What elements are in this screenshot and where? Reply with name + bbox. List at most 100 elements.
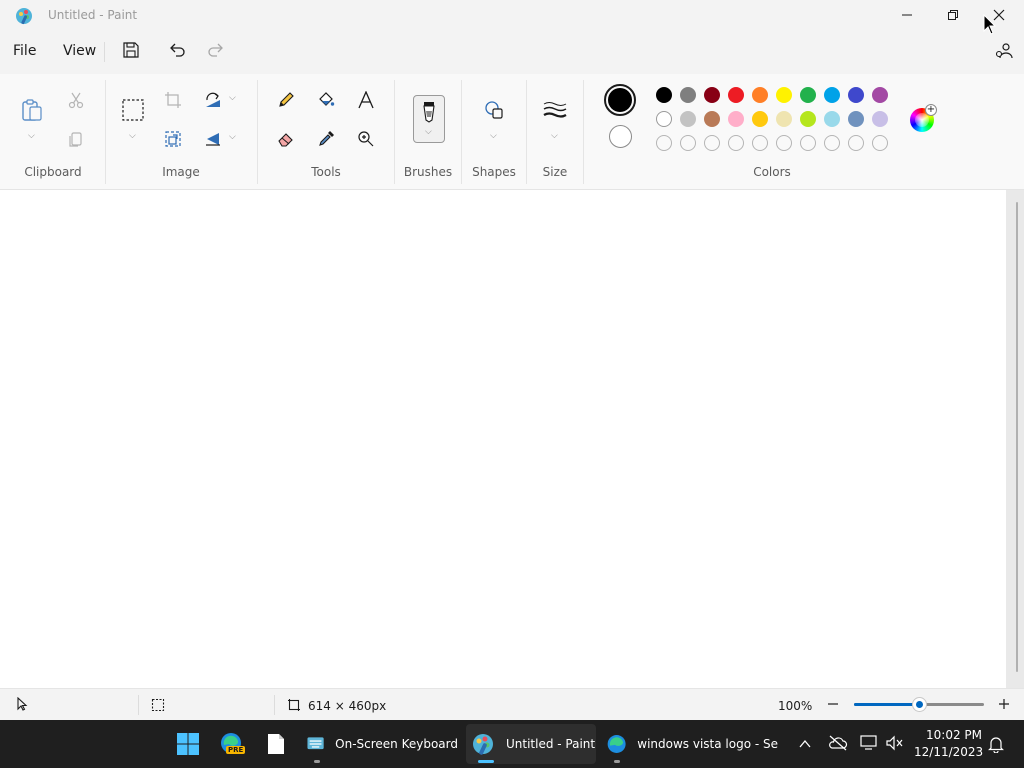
clock-time[interactable]: 10:02 PM <box>918 728 982 742</box>
palette-color-swatch[interactable] <box>656 87 672 103</box>
show-hidden-icons-button[interactable] <box>798 736 812 755</box>
palette-color-swatch[interactable] <box>656 111 672 127</box>
custom-color-slot[interactable] <box>824 135 840 151</box>
minimize-button[interactable] <box>884 0 930 30</box>
select-button[interactable] <box>117 94 149 126</box>
clock-date[interactable]: 12/11/2023 <box>914 745 983 759</box>
palette-color-swatch[interactable] <box>800 111 816 127</box>
clipboard-group-label: Clipboard <box>24 165 82 179</box>
palette-color-swatch[interactable] <box>824 111 840 127</box>
size-button[interactable] <box>539 94 571 126</box>
onedrive-tray[interactable] <box>828 735 848 755</box>
paste-button[interactable] <box>16 94 48 126</box>
edit-colors-button[interactable]: + <box>910 104 937 132</box>
zoom-slider-fill <box>854 703 919 706</box>
custom-color-slot[interactable] <box>848 135 864 151</box>
palette-color-swatch[interactable] <box>704 87 720 103</box>
custom-color-slot[interactable] <box>704 135 720 151</box>
zoom-slider-thumb[interactable] <box>912 698 926 711</box>
status-separator <box>274 695 275 715</box>
fill-tool[interactable] <box>310 84 342 116</box>
palette-color-swatch[interactable] <box>728 87 744 103</box>
zoom-level-text[interactable]: 100% <box>778 699 812 713</box>
pencil-tool[interactable] <box>270 84 302 116</box>
palette-color-swatch[interactable] <box>704 111 720 127</box>
text-tool[interactable] <box>350 84 382 116</box>
taskbar-edge-preview[interactable]: PRE <box>214 724 250 764</box>
shapes-chevron-down-icon[interactable]: ⌵ <box>490 131 497 141</box>
file-menu[interactable]: File <box>13 43 36 59</box>
custom-color-slot[interactable] <box>680 135 696 151</box>
drawing-canvas[interactable] <box>0 190 1006 688</box>
custom-color-slot[interactable] <box>656 135 672 151</box>
shapes-button[interactable] <box>478 94 510 126</box>
start-button[interactable] <box>170 724 206 764</box>
save-button[interactable] <box>122 41 140 63</box>
ribbon-toolbar: ⌵ Clipboard ⌵ ⌵ ⌵ Image Tools ⌵ Brushes … <box>0 74 1024 190</box>
rotate-button[interactable] <box>197 84 229 116</box>
taskbar-on-screen-keyboard[interactable]: On-Screen Keyboard <box>302 724 458 764</box>
cursor-position-icon <box>15 696 29 714</box>
resize-button[interactable] <box>157 123 189 155</box>
palette-color-swatch[interactable] <box>872 87 888 103</box>
eraser-tool[interactable] <box>270 123 302 155</box>
account-settings-icon <box>995 43 1013 59</box>
zoom-in-button[interactable] <box>997 697 1011 714</box>
palette-color-swatch[interactable] <box>872 111 888 127</box>
custom-color-slot[interactable] <box>776 135 792 151</box>
custom-color-slot[interactable] <box>752 135 768 151</box>
network-tray[interactable] <box>860 735 880 755</box>
shapes-icon <box>485 101 503 119</box>
taskbar-edge-browser[interactable]: windows vista logo - Se <box>602 724 778 764</box>
select-chevron-down-icon[interactable]: ⌵ <box>129 131 136 141</box>
settings-button[interactable] <box>994 41 1014 65</box>
copy-button[interactable] <box>60 123 92 155</box>
flip-icon <box>206 133 220 146</box>
crop-button[interactable] <box>157 84 189 116</box>
rectangle-select-icon <box>122 99 144 121</box>
palette-color-swatch[interactable] <box>848 87 864 103</box>
size-chevron-down-icon[interactable]: ⌵ <box>551 131 558 141</box>
restore-button[interactable] <box>930 0 976 30</box>
brushes-button[interactable]: ⌵ <box>413 95 445 143</box>
color-picker-tool[interactable] <box>310 123 342 155</box>
copy-icon <box>69 132 82 147</box>
palette-color-swatch[interactable] <box>680 87 696 103</box>
flip-button[interactable] <box>197 123 229 155</box>
task-label: windows vista logo - Se <box>637 737 778 751</box>
palette-color-swatch[interactable] <box>680 111 696 127</box>
custom-color-slot[interactable] <box>872 135 888 151</box>
palette-color-swatch[interactable] <box>776 111 792 127</box>
custom-color-slot[interactable] <box>800 135 816 151</box>
volume-tray[interactable] <box>886 735 906 755</box>
flip-chevron-down-icon[interactable]: ⌵ <box>229 132 236 142</box>
zoom-slider[interactable] <box>854 698 984 711</box>
palette-color-swatch[interactable] <box>800 87 816 103</box>
palette-color-swatch[interactable] <box>848 111 864 127</box>
cut-button[interactable] <box>60 84 92 116</box>
selection-size-icon <box>151 698 165 715</box>
paste-chevron-down-icon[interactable]: ⌵ <box>28 131 35 141</box>
taskbar-paint[interactable]: Untitled - Paint <box>466 724 596 764</box>
taskbar-file-explorer[interactable] <box>258 724 294 764</box>
size-group-label: Size <box>542 165 568 179</box>
pre-badge: PRE <box>226 746 246 754</box>
primary-color-selector[interactable] <box>604 84 636 116</box>
secondary-color-selector[interactable] <box>609 125 632 148</box>
custom-color-slot[interactable] <box>728 135 744 151</box>
view-menu[interactable]: View <box>63 43 96 59</box>
rotate-chevron-down-icon[interactable]: ⌵ <box>229 93 236 103</box>
zoom-out-button[interactable] <box>826 697 840 714</box>
palette-color-swatch[interactable] <box>824 87 840 103</box>
status-separator <box>138 695 139 715</box>
undo-button[interactable] <box>168 41 186 63</box>
notifications-button[interactable] <box>988 735 1004 757</box>
vertical-scrollbar[interactable] <box>1016 202 1018 672</box>
palette-color-swatch[interactable] <box>752 111 768 127</box>
magnifier-tool[interactable] <box>350 123 382 155</box>
palette-color-swatch[interactable] <box>776 87 792 103</box>
active-indicator <box>478 760 494 763</box>
redo-button[interactable] <box>207 41 225 63</box>
palette-color-swatch[interactable] <box>728 111 744 127</box>
palette-color-swatch[interactable] <box>752 87 768 103</box>
